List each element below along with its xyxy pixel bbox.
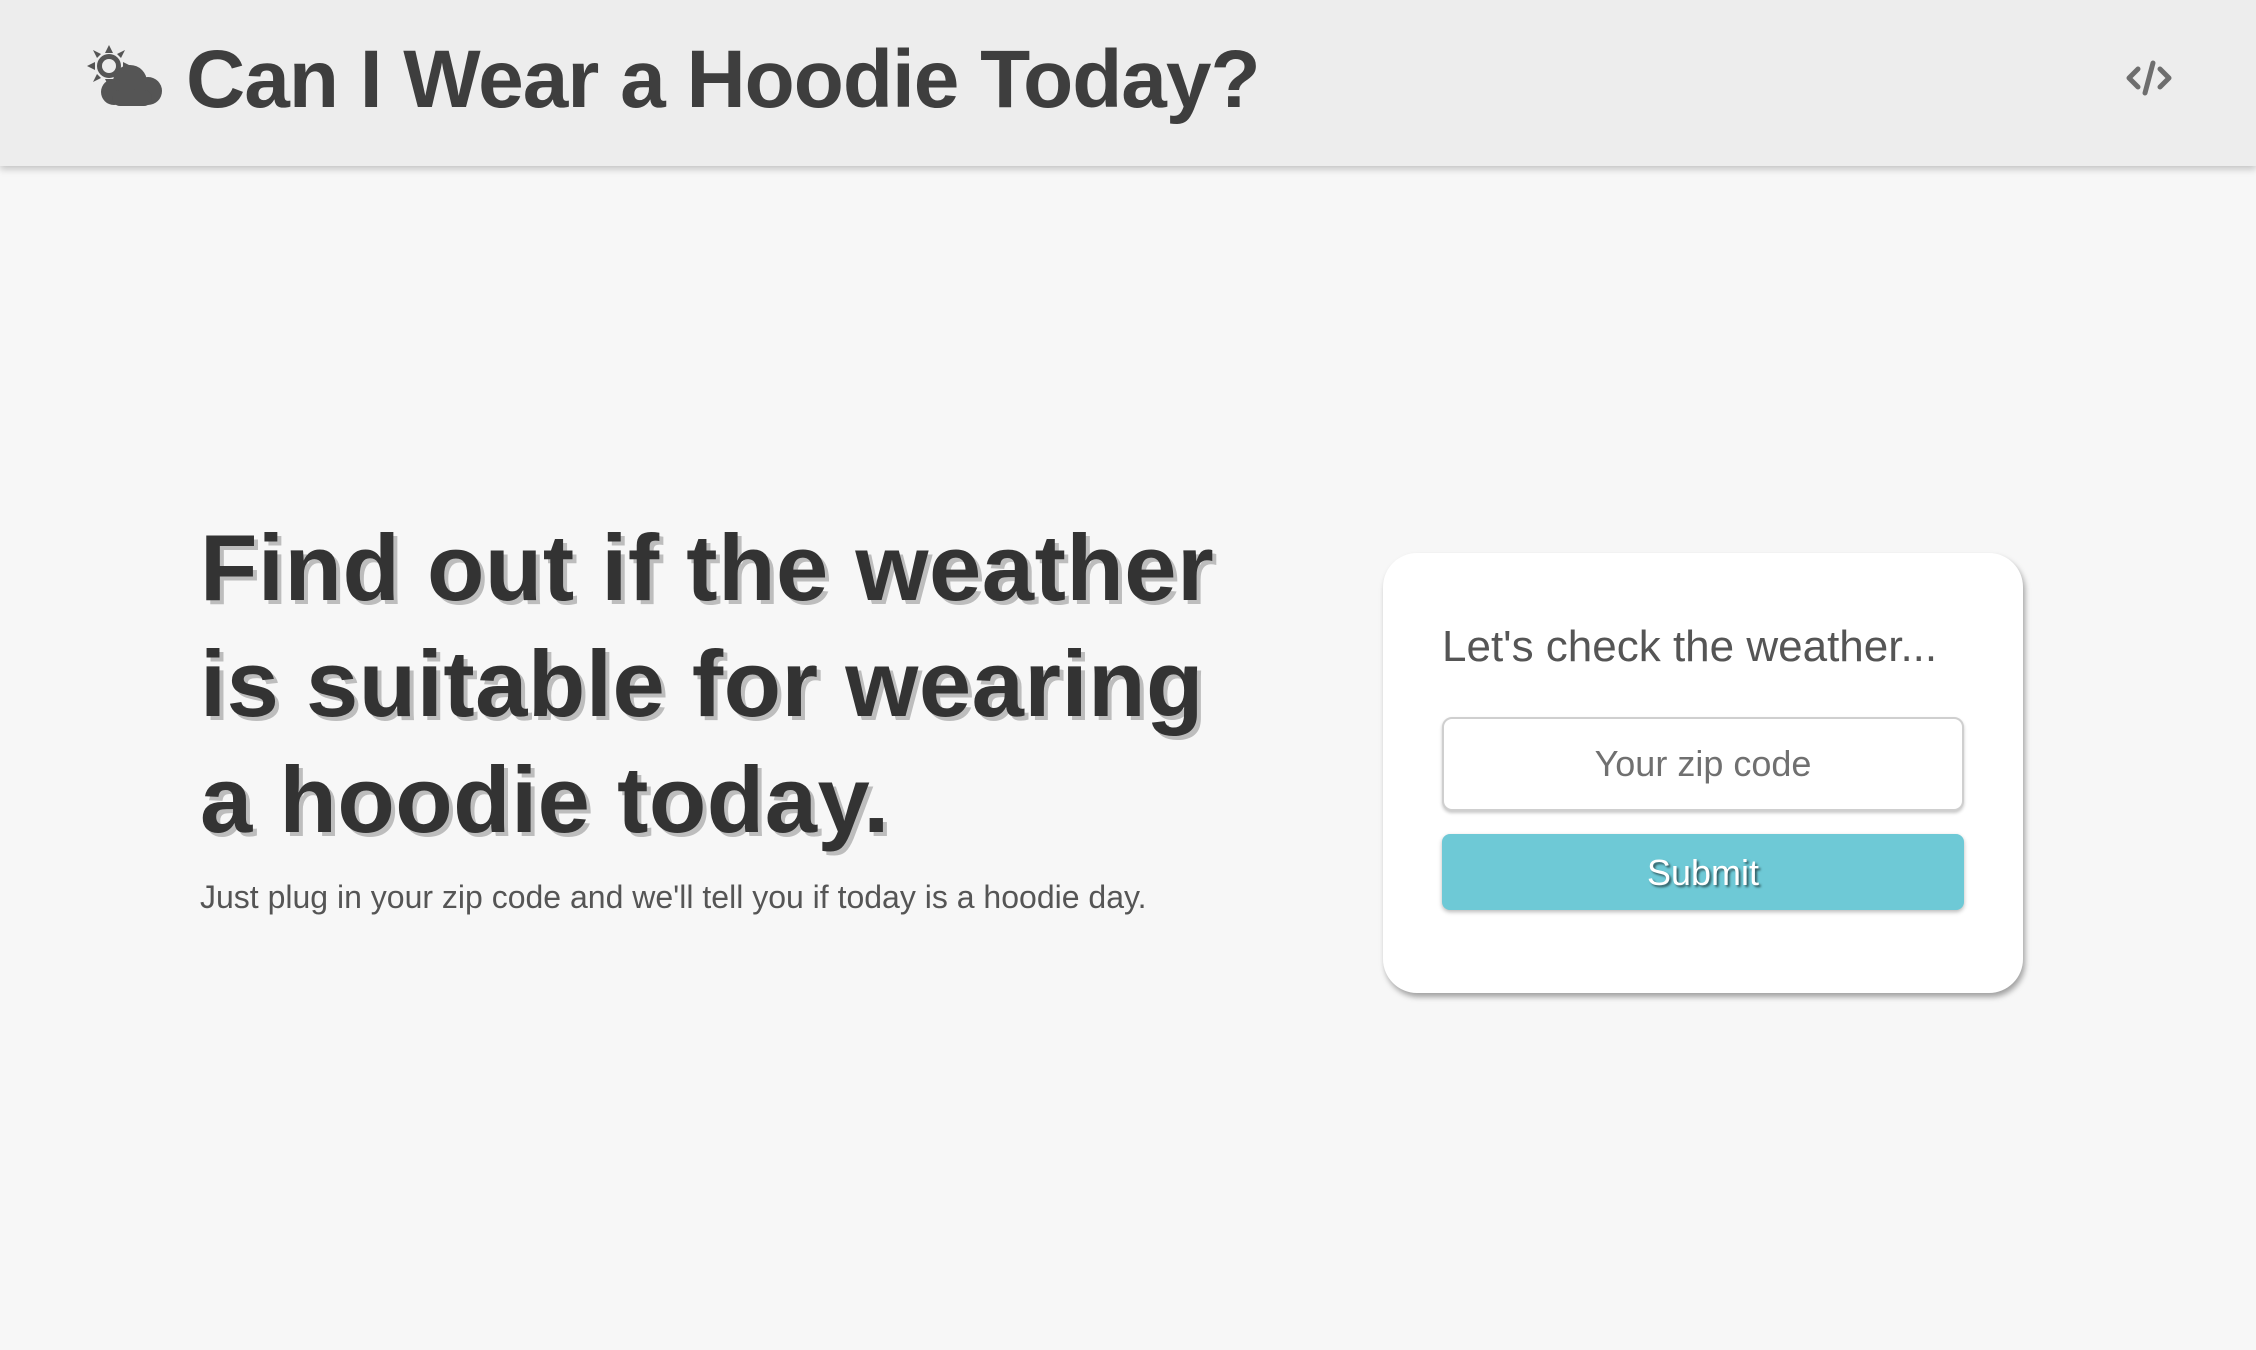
form-title: Let's check the weather... bbox=[1442, 622, 1938, 671]
site-header: Can I Wear a Hoodie Today? bbox=[0, 0, 2256, 166]
hero-section: Find out if the weather is suitable for … bbox=[200, 510, 1260, 918]
submit-button[interactable]: Submit bbox=[1442, 834, 1964, 910]
code-icon[interactable] bbox=[2124, 56, 2174, 100]
zip-form-card: Let's check the weather... Submit bbox=[1383, 553, 2023, 993]
hero-heading: Find out if the weather is suitable for … bbox=[200, 515, 1215, 852]
zip-code-input[interactable] bbox=[1442, 717, 1964, 811]
hero-subtext: Just plug in your zip code and we'll tel… bbox=[200, 879, 1147, 915]
sun-behind-cloud-icon bbox=[84, 44, 164, 110]
site-title: Can I Wear a Hoodie Today? bbox=[186, 34, 1261, 125]
